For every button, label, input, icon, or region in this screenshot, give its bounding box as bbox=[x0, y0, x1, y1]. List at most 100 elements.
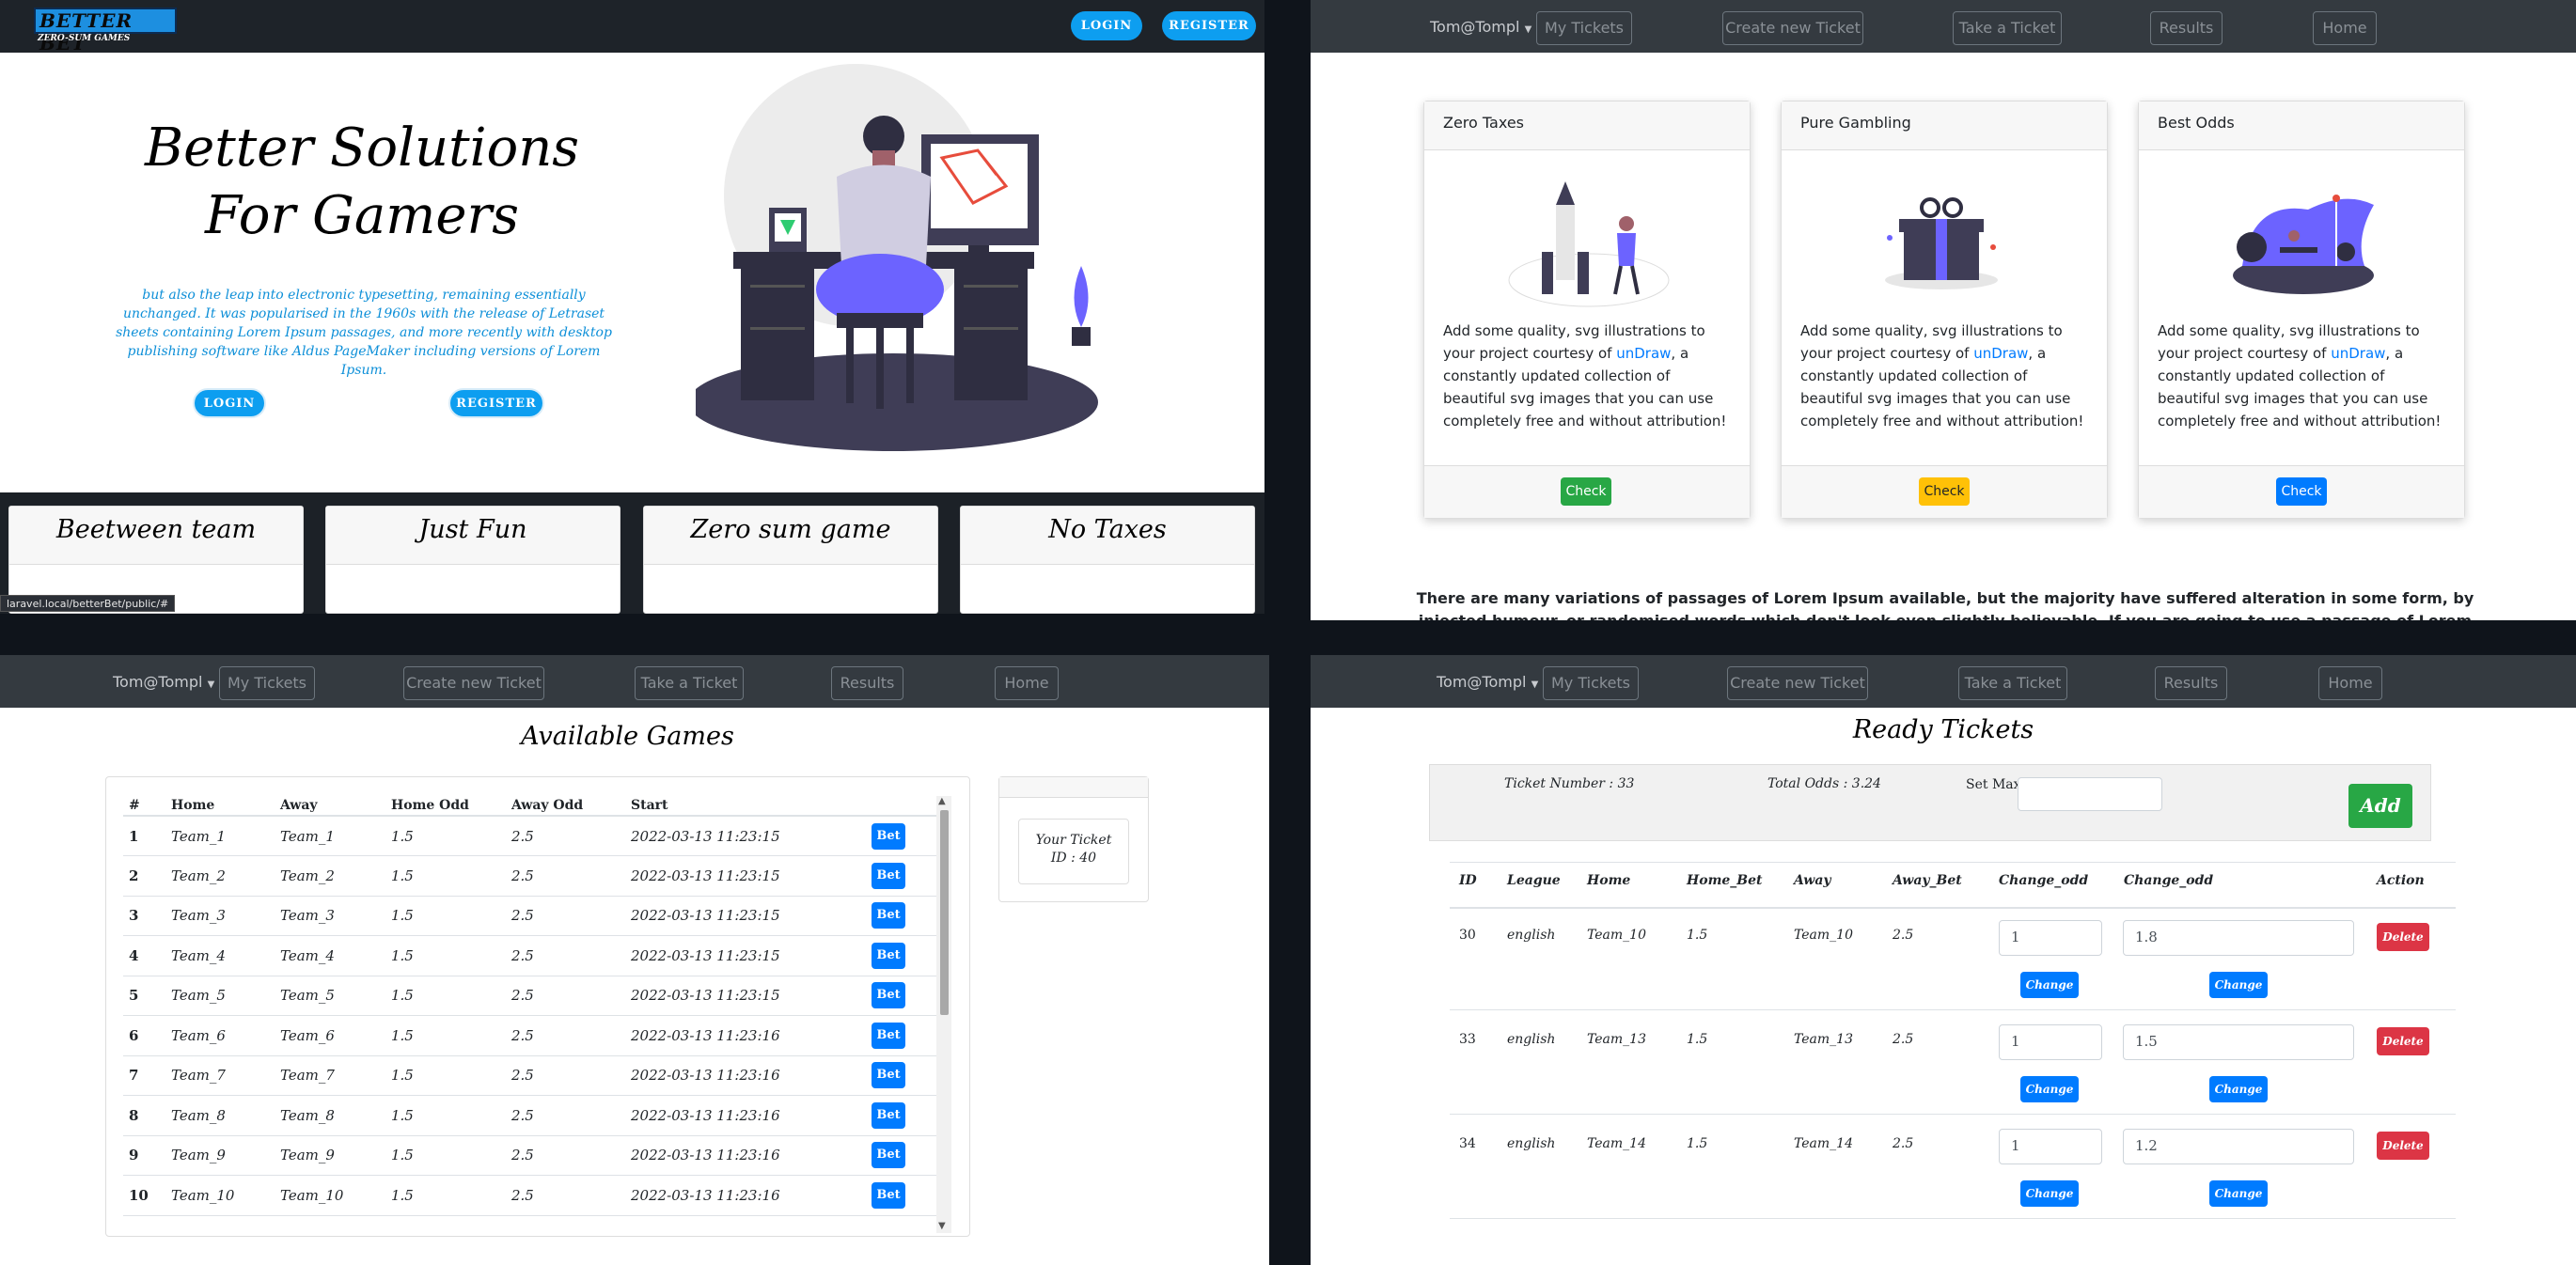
table-cell: 4 bbox=[123, 935, 165, 976]
table-row: 7 Team_7 Team_7 1.5 2.5 2022-03-13 11:23:16 Be… bbox=[123, 1055, 950, 1096]
odd-input-2[interactable]: 1.8 bbox=[2123, 920, 2354, 956]
bet-button[interactable]: Bet bbox=[872, 942, 905, 969]
games-table-card: # Home Away Home Odd Away Odd Start 1 Tea… bbox=[105, 776, 970, 1237]
nav-my-tickets[interactable]: My Tickets bbox=[1543, 666, 1639, 700]
table-cell: 2.5 bbox=[506, 816, 625, 856]
ticket-cell-id: 30 bbox=[1459, 928, 1476, 943]
feature-card-title: Beetween team bbox=[9, 507, 303, 565]
nav-take-ticket[interactable]: Take a Ticket bbox=[635, 666, 744, 700]
table-cell: 2022-03-13 11:23:16 bbox=[625, 1055, 866, 1096]
ticket-cell-away: Team_10 bbox=[1794, 928, 1853, 943]
table-row: 6 Team_6 Team_6 1.5 2.5 2022-03-13 11:23:16 Be… bbox=[123, 1015, 950, 1056]
brand-logo[interactable]: BETTER BET ZERO-SUM GAMES bbox=[34, 8, 177, 55]
scroll-up-icon[interactable]: ▲ bbox=[938, 796, 946, 806]
table-cell: Team_9 bbox=[165, 1135, 275, 1176]
column-header: Away bbox=[1794, 873, 1831, 888]
games-table: # Home Away Home Odd Away Odd Start 1 Tea… bbox=[123, 795, 950, 1216]
bet-button[interactable]: Bet bbox=[872, 1142, 905, 1169]
park-illustration bbox=[2233, 195, 2374, 294]
nav-my-tickets[interactable]: My Tickets bbox=[219, 666, 315, 700]
delete-button[interactable]: Delete bbox=[2377, 1132, 2429, 1160]
page-title: Available Games bbox=[521, 722, 734, 751]
top-login-button[interactable]: LOGIN bbox=[1071, 11, 1142, 40]
table-cell: Team_9 bbox=[275, 1135, 385, 1176]
bet-button[interactable]: Bet bbox=[872, 1062, 905, 1089]
nav-results[interactable]: Results bbox=[2150, 11, 2223, 45]
table-cell: Team_2 bbox=[275, 855, 385, 897]
nav-home[interactable]: Home bbox=[2318, 666, 2382, 700]
brand-title: BETTER BET bbox=[39, 9, 134, 55]
odd-input-1[interactable]: 1 bbox=[1999, 1129, 2102, 1164]
change-button[interactable]: Change bbox=[2020, 1180, 2079, 1207]
undraw-link[interactable]: unDraw bbox=[2331, 345, 2385, 362]
user-dropdown[interactable]: Tom@Tompl ▼ bbox=[113, 673, 214, 691]
column-header: Change_odd bbox=[1999, 873, 2089, 888]
feature-card-title: Zero sum game bbox=[644, 507, 937, 565]
ticket-number: Ticket Number : 33 bbox=[1504, 776, 1635, 791]
bet-button[interactable]: Bet bbox=[872, 862, 905, 889]
user-name: Tom@Tompl bbox=[113, 673, 203, 691]
card-pure-gambling: Pure Gambling Add some quality, svg illu… bbox=[1781, 101, 2108, 519]
games-panel: Tom@Tompl ▼ My Tickets Create new Ticket… bbox=[0, 655, 1269, 1265]
hero-login-button[interactable]: LOGIN bbox=[193, 388, 266, 418]
scroll-down-icon[interactable]: ▼ bbox=[938, 1221, 946, 1231]
odd-input-2[interactable]: 1.5 bbox=[2123, 1024, 2354, 1060]
bet-button[interactable]: Bet bbox=[872, 1181, 905, 1209]
table-cell: 1.5 bbox=[385, 1055, 506, 1096]
nav-home[interactable]: Home bbox=[995, 666, 1059, 700]
odd-input-2[interactable]: 1.2 bbox=[2123, 1129, 2354, 1164]
ticket-cell-away-bet: 2.5 bbox=[1893, 928, 1914, 943]
odd-input-1[interactable]: 1 bbox=[1999, 920, 2102, 956]
column-header: Home Odd bbox=[385, 795, 506, 817]
change-button[interactable]: Change bbox=[2020, 972, 2079, 998]
nav-my-tickets[interactable]: My Tickets bbox=[1536, 11, 1632, 45]
table-row: 10 Team_10 Team_10 1.5 2.5 2022-03-13 11:23:1… bbox=[123, 1175, 950, 1216]
column-header: # bbox=[123, 795, 165, 817]
check-button-blue[interactable]: Check bbox=[2276, 477, 2327, 506]
card-body: Add some quality, svg illustrations to y… bbox=[1800, 322, 2084, 429]
table-cell: Team_1 bbox=[275, 816, 385, 856]
bet-button[interactable]: Bet bbox=[872, 982, 905, 1009]
user-dropdown[interactable]: Tom@Tompl ▼ bbox=[1437, 673, 1538, 691]
hero-text: but also the leap into electronic typese… bbox=[116, 288, 612, 378]
bet-button[interactable]: Bet bbox=[872, 902, 905, 929]
undraw-link[interactable]: unDraw bbox=[1616, 345, 1671, 362]
user-dropdown[interactable]: Tom@Tompl ▼ bbox=[1430, 18, 1531, 36]
nav-take-ticket[interactable]: Take a Ticket bbox=[1953, 11, 2062, 45]
navbar: Tom@Tompl ▼ My Tickets Create new Ticket… bbox=[1311, 0, 2576, 53]
table-cell: 2.5 bbox=[506, 896, 625, 936]
table-cell: 2022-03-13 11:23:16 bbox=[625, 1135, 866, 1176]
check-button-yellow[interactable]: Check bbox=[1919, 477, 1970, 506]
change-button[interactable]: Change bbox=[2209, 972, 2268, 998]
table-cell: 1.5 bbox=[385, 816, 506, 856]
scrollbar-thumb[interactable] bbox=[940, 810, 949, 1015]
table-cell: 2.5 bbox=[506, 855, 625, 897]
bet-button[interactable]: Bet bbox=[872, 1022, 905, 1049]
odd-input-1[interactable]: 1 bbox=[1999, 1024, 2102, 1060]
change-button[interactable]: Change bbox=[2209, 1076, 2268, 1102]
nav-home[interactable]: Home bbox=[2313, 11, 2377, 45]
check-button-green[interactable]: Check bbox=[1561, 477, 1611, 506]
nav-take-ticket[interactable]: Take a Ticket bbox=[1958, 666, 2067, 700]
navbar: Tom@Tompl ▼ My Tickets Create new Ticket… bbox=[1311, 655, 2576, 708]
max-bet-input[interactable] bbox=[2018, 777, 2162, 811]
change-button[interactable]: Change bbox=[2020, 1076, 2079, 1102]
delete-button[interactable]: Delete bbox=[2377, 923, 2429, 951]
top-register-button[interactable]: REGISTER bbox=[1162, 11, 1256, 40]
undraw-link[interactable]: unDraw bbox=[1973, 345, 2028, 362]
nav-results[interactable]: Results bbox=[2155, 666, 2227, 700]
change-button[interactable]: Change bbox=[2209, 1180, 2268, 1207]
add-button[interactable]: Add bbox=[2348, 784, 2412, 828]
hero-register-button[interactable]: REGISTER bbox=[448, 388, 544, 418]
nav-create-ticket[interactable]: Create new Ticket bbox=[403, 666, 544, 700]
bet-button[interactable]: Bet bbox=[872, 1101, 905, 1129]
delete-button[interactable]: Delete bbox=[2377, 1027, 2429, 1055]
nav-results[interactable]: Results bbox=[831, 666, 903, 700]
column-header: Action bbox=[2377, 873, 2425, 888]
page-title: Ready Tickets bbox=[1852, 715, 2034, 744]
table-cell: 3 bbox=[123, 896, 165, 936]
bet-button[interactable]: Bet bbox=[872, 822, 905, 850]
nav-create-ticket[interactable]: Create new Ticket bbox=[1727, 666, 1868, 700]
table-cell: 2022-03-13 11:23:15 bbox=[625, 816, 866, 856]
nav-create-ticket[interactable]: Create new Ticket bbox=[1722, 11, 1863, 45]
